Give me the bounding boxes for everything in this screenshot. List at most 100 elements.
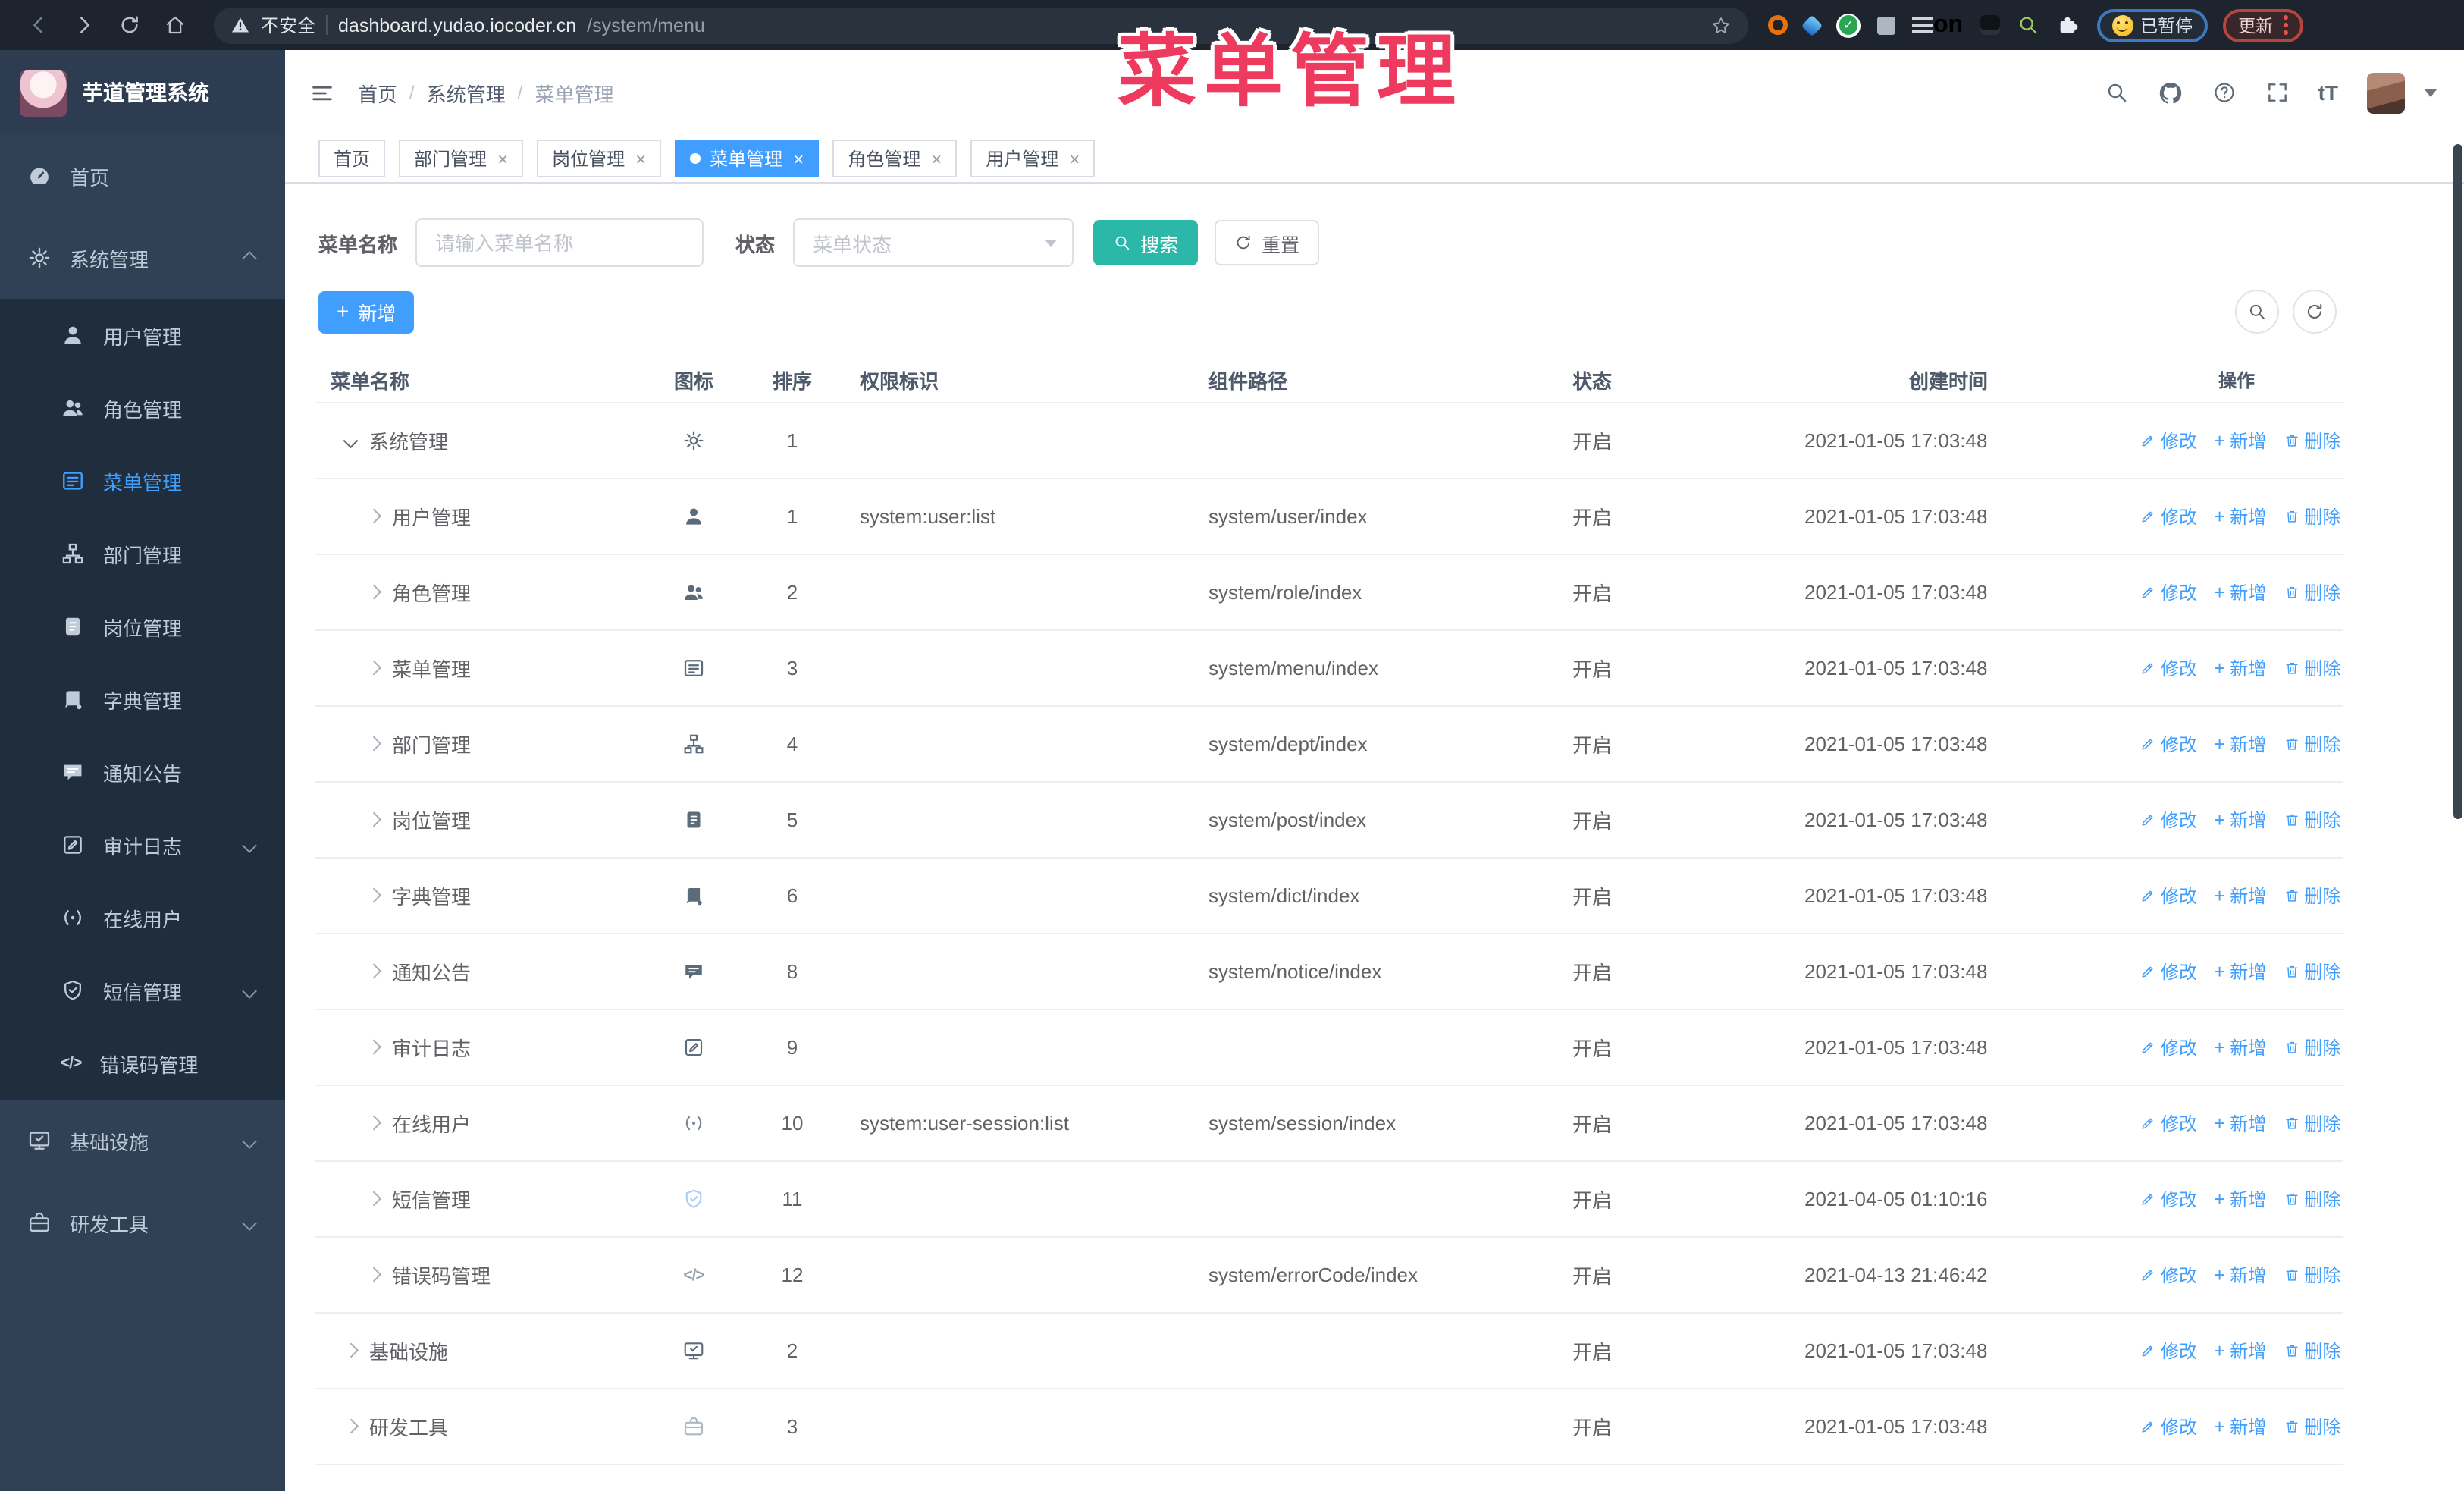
update-button[interactable]: 更新 bbox=[2223, 8, 2304, 42]
edit-link[interactable]: 修改 bbox=[2140, 1414, 2197, 1439]
tab-角色管理[interactable]: 角色管理 × bbox=[832, 140, 958, 177]
add-link[interactable]: + 新增 bbox=[2214, 1110, 2266, 1136]
expand-row-icon[interactable] bbox=[366, 509, 381, 524]
add-link[interactable]: + 新增 bbox=[2214, 1186, 2266, 1212]
close-icon[interactable]: × bbox=[793, 149, 804, 168]
sidebar-item-gear[interactable]: 系统管理 bbox=[0, 217, 285, 299]
expand-row-icon[interactable] bbox=[366, 812, 381, 827]
add-link[interactable]: + 新增 bbox=[2214, 959, 2266, 984]
delete-link[interactable]: 删除 bbox=[2283, 655, 2340, 681]
kebab-menu-icon[interactable] bbox=[2284, 23, 2289, 27]
expand-row-icon[interactable] bbox=[366, 964, 381, 979]
extension-target-icon[interactable] bbox=[1768, 15, 1788, 35]
search-icon[interactable] bbox=[2105, 80, 2129, 105]
close-icon[interactable]: × bbox=[635, 149, 646, 168]
add-link[interactable]: + 新增 bbox=[2214, 504, 2266, 529]
sidebar-item-menu[interactable]: 菜单管理 bbox=[0, 444, 285, 517]
paused-badge[interactable]: 已暂停 bbox=[2096, 8, 2209, 42]
menu-name-input[interactable] bbox=[415, 218, 704, 267]
add-link[interactable]: + 新增 bbox=[2214, 883, 2266, 909]
expand-row-icon[interactable] bbox=[366, 1040, 381, 1055]
expand-row-icon[interactable] bbox=[343, 1419, 358, 1434]
add-button[interactable]: + 新增 bbox=[318, 290, 415, 333]
sidebar-item-user[interactable]: 用户管理 bbox=[0, 299, 285, 372]
extension-puzzle-icon[interactable] bbox=[2055, 14, 2078, 36]
add-link[interactable]: + 新增 bbox=[2214, 807, 2266, 833]
sidebar-item-bubble[interactable]: 通知公告 bbox=[0, 736, 285, 808]
expand-row-icon[interactable] bbox=[366, 585, 381, 600]
status-select[interactable]: 菜单状态 bbox=[793, 218, 1074, 267]
edit-link[interactable]: 修改 bbox=[2140, 883, 2197, 909]
delete-link[interactable]: 删除 bbox=[2283, 807, 2340, 833]
edit-link[interactable]: 修改 bbox=[2140, 504, 2197, 529]
add-link[interactable]: + 新增 bbox=[2214, 1034, 2266, 1060]
scrollbar-thumb[interactable] bbox=[2453, 144, 2462, 819]
edit-link[interactable]: 修改 bbox=[2140, 731, 2197, 757]
sidebar-item-monitor[interactable]: 基础设施 bbox=[0, 1100, 285, 1182]
avatar[interactable] bbox=[2367, 72, 2405, 113]
github-icon[interactable] bbox=[2158, 80, 2183, 105]
app-logo[interactable]: 芋道管理系统 bbox=[0, 50, 285, 135]
back-icon[interactable] bbox=[27, 14, 50, 36]
tab-首页[interactable]: 首页 bbox=[318, 140, 386, 177]
edit-link[interactable]: 修改 bbox=[2140, 428, 2197, 454]
edit-link[interactable]: 修改 bbox=[2140, 1338, 2197, 1364]
add-link[interactable]: + 新增 bbox=[2214, 1414, 2266, 1439]
tab-菜单管理[interactable]: 菜单管理 × bbox=[675, 140, 820, 177]
sidebar-item-link[interactable]: 在线用户 bbox=[0, 881, 285, 954]
expand-row-icon[interactable] bbox=[366, 1267, 381, 1282]
delete-link[interactable]: 删除 bbox=[2283, 1034, 2340, 1060]
sidebar-item-briefcase[interactable]: 研发工具 bbox=[0, 1182, 285, 1263]
add-link[interactable]: + 新增 bbox=[2214, 731, 2266, 757]
edit-link[interactable]: 修改 bbox=[2140, 1186, 2197, 1212]
bookmark-star-icon[interactable] bbox=[1710, 14, 1732, 36]
add-link[interactable]: + 新增 bbox=[2214, 579, 2266, 605]
sidebar-item-tree[interactable]: 部门管理 bbox=[0, 517, 285, 590]
extension-list-icon[interactable]: on bbox=[1912, 11, 1963, 39]
delete-link[interactable]: 删除 bbox=[2283, 883, 2340, 909]
sidebar-item-badge[interactable]: 岗位管理 bbox=[0, 590, 285, 663]
close-icon[interactable]: × bbox=[931, 149, 942, 168]
extension-gem-icon[interactable] bbox=[1801, 14, 1823, 36]
address-bar[interactable]: 不安全 dashboard.yudao.iocoder.cn/system/me… bbox=[214, 7, 1748, 43]
sidebar-item-gauge[interactable]: 首页 bbox=[0, 135, 285, 217]
edit-link[interactable]: 修改 bbox=[2140, 1034, 2197, 1060]
expand-row-icon[interactable] bbox=[366, 1116, 381, 1131]
extension-check-icon[interactable]: ✓ bbox=[1836, 13, 1861, 37]
edit-link[interactable]: 修改 bbox=[2140, 1110, 2197, 1136]
add-link[interactable]: + 新增 bbox=[2214, 428, 2266, 454]
sidebar-item-shield[interactable]: 短信管理 bbox=[0, 954, 285, 1027]
edit-link[interactable]: 修改 bbox=[2140, 807, 2197, 833]
delete-link[interactable]: 删除 bbox=[2283, 1262, 2340, 1288]
expand-row-icon[interactable] bbox=[366, 1191, 381, 1207]
delete-link[interactable]: 删除 bbox=[2283, 428, 2340, 454]
delete-link[interactable]: 删除 bbox=[2283, 504, 2340, 529]
expand-row-icon[interactable] bbox=[366, 736, 381, 752]
delete-link[interactable]: 删除 bbox=[2283, 1110, 2340, 1136]
sidebar-item-note[interactable]: 审计日志 bbox=[0, 808, 285, 881]
show-search-button[interactable] bbox=[2235, 290, 2279, 334]
breadcrumb-system[interactable]: 系统管理 bbox=[427, 78, 506, 107]
delete-link[interactable]: 删除 bbox=[2283, 959, 2340, 984]
help-icon[interactable] bbox=[2212, 80, 2237, 105]
fullscreen-icon[interactable] bbox=[2265, 80, 2290, 105]
extension-tiles-icon[interactable] bbox=[1877, 16, 1895, 34]
tab-用户管理[interactable]: 用户管理 × bbox=[970, 140, 1096, 177]
close-icon[interactable]: × bbox=[1069, 149, 1080, 168]
breadcrumb-home[interactable]: 首页 bbox=[358, 78, 397, 107]
sidebar-toggle-icon[interactable] bbox=[309, 80, 335, 105]
sidebar-item-users[interactable]: 角色管理 bbox=[0, 372, 285, 444]
edit-link[interactable]: 修改 bbox=[2140, 959, 2197, 984]
edit-link[interactable]: 修改 bbox=[2140, 655, 2197, 681]
delete-link[interactable]: 删除 bbox=[2283, 1186, 2340, 1212]
extension-magnifier-icon[interactable] bbox=[2016, 14, 2039, 36]
delete-link[interactable]: 删除 bbox=[2283, 579, 2340, 605]
chevron-down-icon[interactable] bbox=[2425, 89, 2437, 96]
close-icon[interactable]: × bbox=[497, 149, 508, 168]
delete-link[interactable]: 删除 bbox=[2283, 731, 2340, 757]
expand-row-icon[interactable] bbox=[366, 888, 381, 903]
sidebar-item-book[interactable]: 字典管理 bbox=[0, 663, 285, 736]
edit-link[interactable]: 修改 bbox=[2140, 579, 2197, 605]
home-icon[interactable] bbox=[164, 14, 187, 36]
add-link[interactable]: + 新增 bbox=[2214, 655, 2266, 681]
